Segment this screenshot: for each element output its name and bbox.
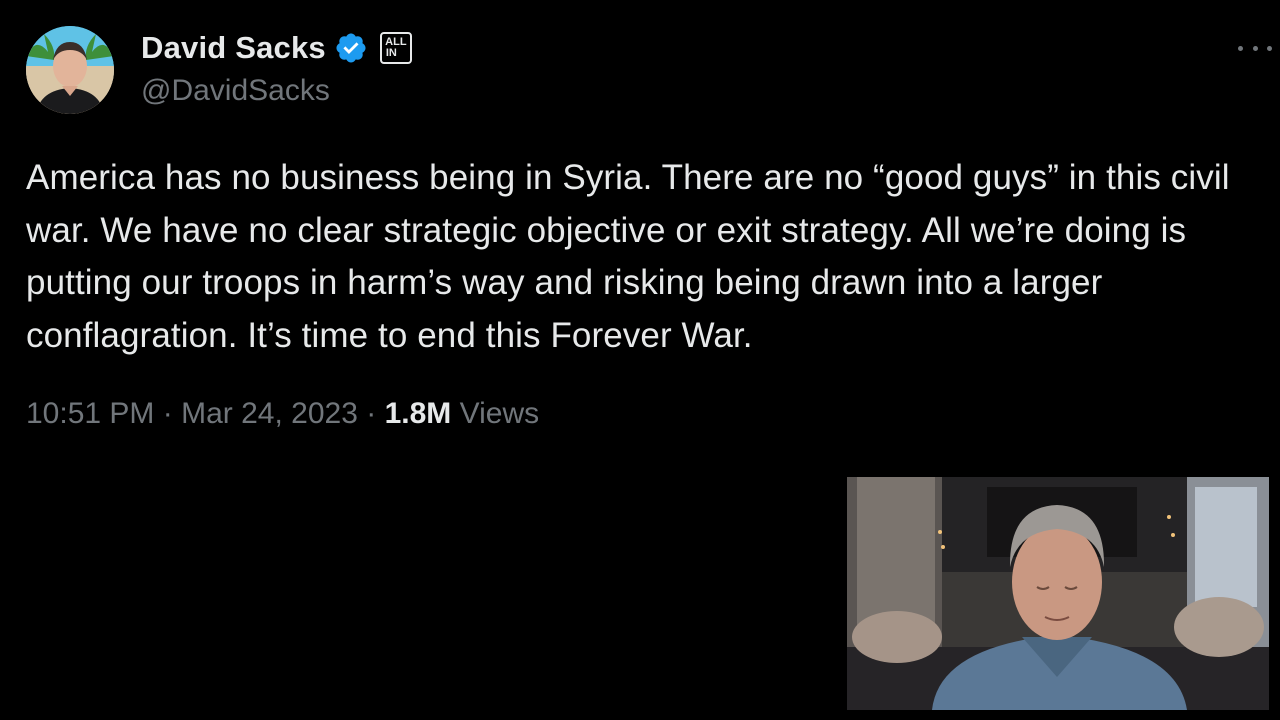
author-handle[interactable]: @DavidSacks	[141, 74, 330, 108]
author-name-row: David Sacks ALL IN	[141, 28, 412, 68]
verified-badge-icon[interactable]	[334, 31, 368, 65]
tweet-metadata: 10:51 PM · Mar 24, 2023 · 1.8M Views	[26, 397, 539, 431]
avatar-photo	[26, 26, 114, 114]
author-avatar[interactable]	[26, 26, 114, 114]
more-dot	[1252, 45, 1258, 51]
more-dot	[1238, 45, 1243, 51]
tweet-card: David Sacks ALL IN @DavidSacks America h…	[0, 0, 1280, 720]
webcam-overlay	[847, 477, 1269, 710]
more-horizontal-icon[interactable]	[1238, 40, 1272, 56]
tweet-text: America has no business being in Syria. …	[26, 158, 1230, 355]
meta-separator: ·	[366, 397, 377, 430]
views-count: 1.8M	[384, 397, 452, 430]
author-display-name[interactable]: David Sacks	[141, 30, 326, 66]
affiliate-badge-line2: IN	[385, 47, 397, 59]
tweet-date[interactable]: Mar 24, 2023	[181, 397, 358, 430]
tweet-time[interactable]: 10:51 PM	[26, 397, 154, 430]
webcam-video-frame	[847, 477, 1269, 710]
all-in-affiliate-badge[interactable]: ALL IN	[379, 32, 412, 64]
meta-separator: ·	[162, 397, 173, 430]
more-dot	[1267, 45, 1272, 51]
views-label: Views	[459, 397, 540, 430]
